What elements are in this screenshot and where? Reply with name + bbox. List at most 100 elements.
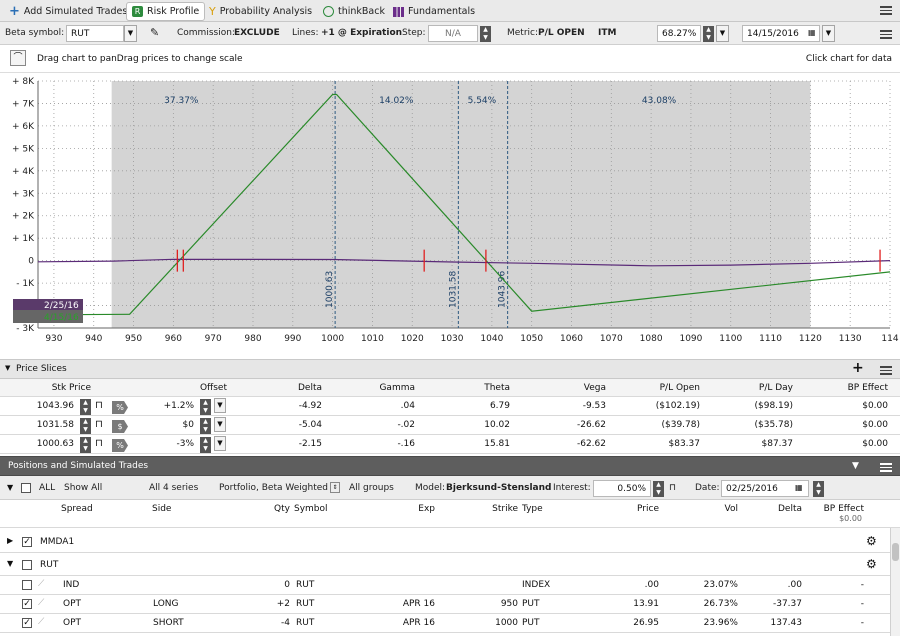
lock-icon[interactable]: ⊓	[669, 483, 676, 493]
offset-dropdown[interactable]: ▼	[214, 398, 226, 413]
col-spread[interactable]: Spread	[61, 504, 93, 514]
col-exp[interactable]: Exp	[418, 504, 435, 514]
offset-down-arrow[interactable]: ▼	[200, 407, 211, 415]
group-checkbox[interactable]: ✓	[22, 537, 32, 547]
position-group-row[interactable]: ▼ RUT ⚙	[0, 554, 900, 576]
step-up-arrow[interactable]: ▲	[480, 26, 491, 34]
col-bp-effect[interactable]: BP Effect	[824, 504, 864, 514]
calendar-icon[interactable]: ▦	[795, 483, 803, 492]
slices-menu-icon[interactable]	[880, 364, 892, 376]
expand-chevron-icon[interactable]: ▶	[7, 536, 13, 545]
tab-fundamentals[interactable]: Fundamentals	[388, 2, 480, 21]
col-stk-price[interactable]: Stk Price	[52, 383, 91, 393]
chart-style-icon[interactable]: ⌒	[10, 50, 26, 66]
position-row[interactable]: ⟋ IND 0 RUT INDEX .00 23.07% .00 -	[0, 576, 900, 595]
tab-probability-analysis[interactable]: Y Probability Analysis	[204, 2, 317, 21]
step-input[interactable]: N/A	[428, 25, 478, 42]
collapse-chevron-icon[interactable]: ▼	[7, 559, 13, 568]
slice-offset[interactable]: $0	[183, 420, 194, 430]
col-gamma[interactable]: Gamma	[379, 383, 415, 393]
col-delta[interactable]: Delta	[298, 383, 322, 393]
collapse-chevron-icon[interactable]: ▼	[5, 364, 10, 372]
position-qty[interactable]: -4	[281, 618, 290, 628]
offset-dropdown[interactable]: ▼	[214, 417, 226, 432]
position-row[interactable]: ✓ ⟋ OPT LONG +2 RUT APR 16 950 PUT 13.91…	[0, 595, 900, 614]
offset-up-arrow[interactable]: ▲	[200, 437, 211, 445]
offset-down-arrow[interactable]: ▼	[200, 426, 211, 434]
col-vega[interactable]: Vega	[584, 383, 606, 393]
col-delta[interactable]: Delta	[778, 504, 802, 514]
date-down-arrow[interactable]: ▼	[813, 489, 824, 497]
beta-symbol-input[interactable]: RUT	[66, 25, 124, 42]
position-checkbox[interactable]: ✓	[22, 618, 32, 628]
slice-stk-price[interactable]: 1000.63	[37, 439, 74, 449]
toolbar-menu-icon[interactable]	[880, 28, 892, 40]
stk-up-arrow[interactable]: ▲	[80, 437, 91, 445]
position-vol[interactable]: 23.07%	[704, 580, 738, 590]
lock-icon[interactable]: ⊓	[95, 419, 103, 430]
add-slice-button[interactable]: +	[852, 360, 864, 376]
position-price[interactable]: 13.91	[633, 599, 659, 609]
show-all-filter[interactable]: Show All	[64, 483, 102, 493]
offset-up-arrow[interactable]: ▲	[200, 418, 211, 426]
slice-offset[interactable]: +1.2%	[164, 401, 194, 411]
date-up-arrow[interactable]: ▲	[813, 481, 824, 489]
offset-unit-toggle[interactable]: $	[112, 420, 128, 433]
group-checkbox[interactable]	[22, 560, 32, 570]
itm-label[interactable]: ITM	[598, 28, 616, 38]
stk-up-arrow[interactable]: ▲	[80, 418, 91, 426]
position-qty[interactable]: 0	[284, 580, 290, 590]
stk-up-arrow[interactable]: ▲	[80, 399, 91, 407]
col-side[interactable]: Side	[152, 504, 171, 514]
interest-up-arrow[interactable]: ▲	[653, 481, 664, 489]
hamburger-menu-icon[interactable]	[880, 4, 892, 16]
col-symbol[interactable]: Symbol	[294, 504, 328, 514]
col-offset[interactable]: Offset	[200, 383, 227, 393]
link-icon[interactable]: ✎	[150, 26, 159, 39]
itm-down-arrow[interactable]: ▼	[703, 34, 714, 42]
stk-down-arrow[interactable]: ▼	[80, 407, 91, 415]
gear-icon[interactable]: ⚙	[866, 557, 877, 571]
col-pl-open[interactable]: P/L Open	[660, 383, 700, 393]
position-price[interactable]: .00	[645, 580, 659, 590]
position-qty[interactable]: +2	[277, 599, 290, 609]
tab-risk-profile[interactable]: R Risk Profile	[126, 2, 206, 21]
lock-icon[interactable]: ⊓	[95, 438, 103, 449]
lines-value[interactable]: +1 @ Expiration	[321, 28, 402, 38]
commission-value[interactable]: EXCLUDE	[234, 28, 280, 38]
position-vol[interactable]: 23.96%	[704, 618, 738, 628]
position-group-row[interactable]: ▶ ✓ MMDA1 ⚙	[0, 531, 900, 553]
offset-dropdown[interactable]: ▼	[214, 436, 226, 451]
itm-up-arrow[interactable]: ▲	[703, 26, 714, 34]
slice-stk-price[interactable]: 1031.58	[37, 420, 74, 430]
col-theta[interactable]: Theta	[484, 383, 510, 393]
date-dropdown[interactable]: ▼	[822, 25, 835, 42]
step-down-arrow[interactable]: ▼	[480, 34, 491, 42]
interest-down-arrow[interactable]: ▼	[653, 489, 664, 497]
itm-dropdown[interactable]: ▼	[716, 25, 729, 42]
select-all-checkbox[interactable]	[21, 483, 31, 493]
groups-filter[interactable]: All groups	[349, 483, 394, 493]
series-filter[interactable]: All 4 series	[149, 483, 198, 493]
interest-input[interactable]: 0.50%	[593, 480, 651, 497]
col-price[interactable]: Price	[637, 504, 659, 514]
gear-icon[interactable]: ⚙	[866, 534, 877, 548]
offset-unit-toggle[interactable]: %	[112, 439, 128, 452]
calendar-icon[interactable]: ▦	[808, 28, 816, 37]
stk-down-arrow[interactable]: ▼	[80, 445, 91, 453]
portfolio-filter[interactable]: Portfolio, Beta Weighted	[219, 483, 328, 493]
itm-percent-input[interactable]: 68.27%	[657, 25, 701, 42]
stk-down-arrow[interactable]: ▼	[80, 426, 91, 434]
tab-thinkback[interactable]: thinkBack	[318, 2, 390, 21]
positions-menu-icon[interactable]	[880, 461, 892, 473]
col-qty[interactable]: Qty	[274, 504, 290, 514]
col-vol[interactable]: Vol	[725, 504, 738, 514]
beta-symbol-dropdown[interactable]: ▼	[124, 25, 137, 42]
risk-profile-chart[interactable]: 930 940 950 960 970 980 990 1000 1010 1020 1030 104…	[0, 73, 900, 359]
portfolio-dropdown-icon[interactable]: ⇕	[330, 482, 340, 493]
offset-unit-toggle[interactable]: %	[112, 401, 128, 414]
col-bp-effect[interactable]: BP Effect	[848, 383, 888, 393]
collapse-all-chevron-icon[interactable]: ▼	[7, 483, 13, 492]
offset-up-arrow[interactable]: ▲	[200, 399, 211, 407]
position-checkbox[interactable]	[22, 580, 32, 590]
